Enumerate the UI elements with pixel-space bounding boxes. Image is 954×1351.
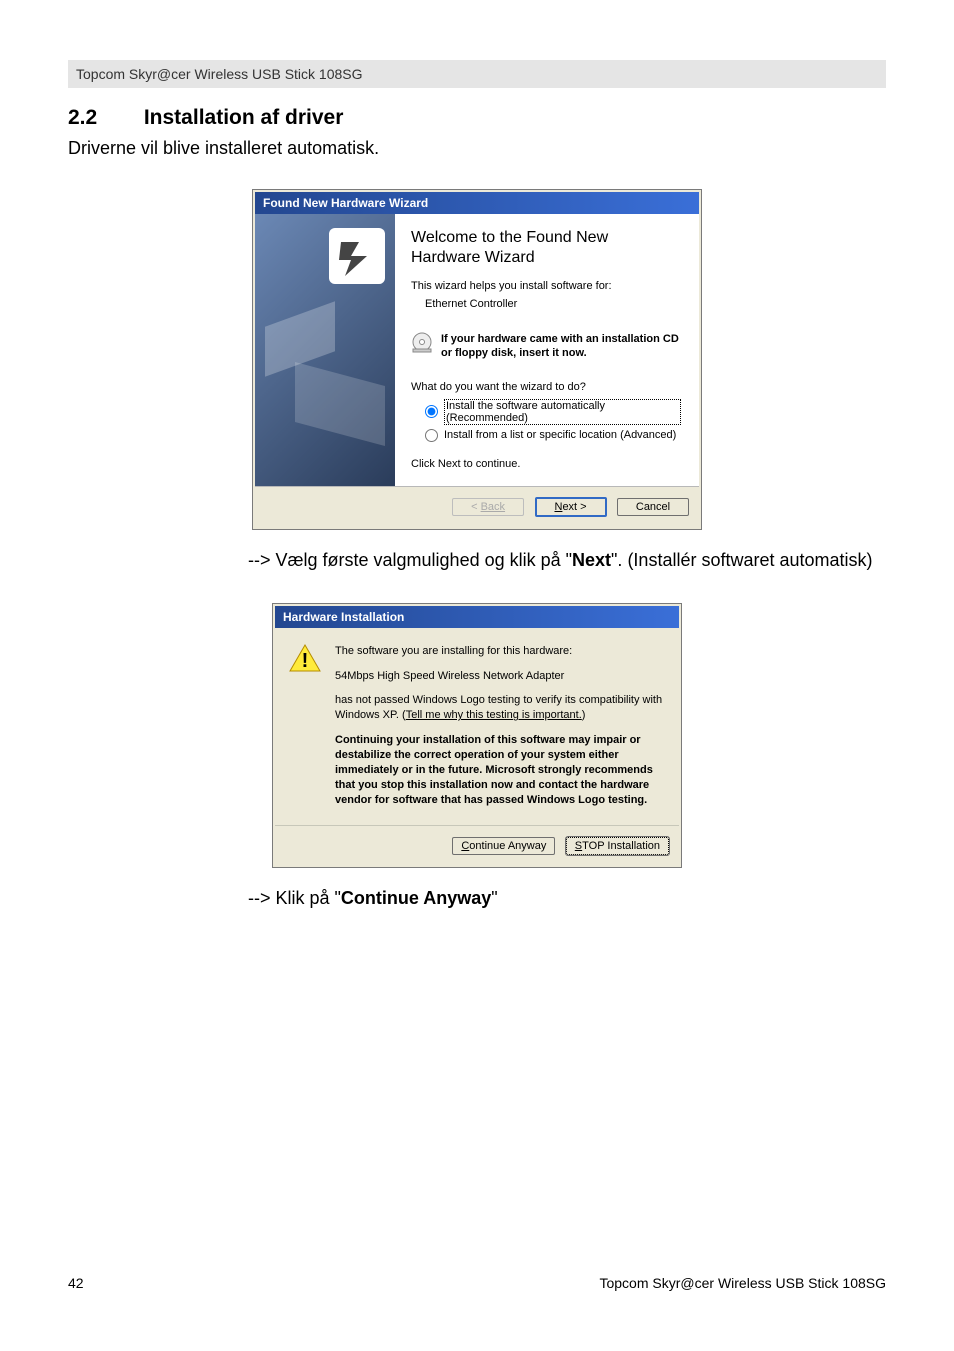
header-product: Topcom Skyr@cer Wireless USB Stick 108SG — [76, 66, 363, 82]
hwdlg-titlebar: Hardware Installation — [275, 606, 679, 628]
instruction-2-bold: Continue Anyway — [341, 888, 491, 908]
instruction-1-suffix: ". (Installér softwaret automatisk) — [611, 550, 872, 570]
instruction-2: --> Klik på "Continue Anyway" — [248, 886, 886, 911]
wizard-device-name: Ethernet Controller — [425, 298, 681, 310]
found-new-hardware-wizard-dialog: Found New Hardware Wizard Welcome to the… — [252, 189, 702, 530]
back-button: < Back — [452, 498, 524, 516]
hardware-wizard-icon — [329, 228, 385, 284]
warning-icon: ! — [289, 644, 321, 672]
hwdlg-testing-link[interactable]: Tell me why this testing is important. — [406, 709, 582, 721]
wizard-what-do: What do you want the wizard to do? — [411, 381, 681, 393]
hwdlg-line3: has not passed Windows Logo testing to v… — [335, 693, 665, 723]
radio-install-list[interactable]: Install from a list or specific location… — [425, 429, 681, 442]
section-number: 2.2 — [68, 106, 138, 130]
wizard-cd-hint: If your hardware came with an installati… — [441, 332, 681, 361]
instruction-2-suffix: " — [491, 888, 497, 908]
section-intro: Driverne vil blive installeret automatis… — [68, 138, 886, 159]
hardware-installation-dialog: Hardware Installation ! The software you… — [272, 603, 682, 869]
instruction-1-prefix: --> Vælg første valgmulighed og klik på … — [248, 550, 572, 570]
section-title: Installation af driver — [144, 106, 344, 129]
instruction-1: --> Vælg første valgmulighed og klik på … — [248, 548, 886, 573]
wizard-sidebar-graphic — [255, 214, 395, 486]
next-button[interactable]: Next > — [535, 497, 607, 517]
svg-text:!: ! — [302, 650, 309, 672]
wizard-titlebar: Found New Hardware Wizard — [255, 192, 699, 214]
radio-install-auto-input[interactable] — [425, 405, 438, 418]
cd-icon — [411, 332, 433, 354]
continue-anyway-button[interactable]: Continue Anyway — [452, 837, 555, 855]
radio-install-auto-label: Install the software automatically (Reco… — [444, 399, 681, 425]
section-heading: 2.2 Installation af driver — [68, 106, 886, 130]
page-footer: 42 Topcom Skyr@cer Wireless USB Stick 10… — [68, 1275, 886, 1291]
wizard-click-next: Click Next to continue. — [411, 458, 681, 470]
wizard-helps-text: This wizard helps you install software f… — [411, 280, 681, 292]
hwdlg-line1: The software you are installing for this… — [335, 644, 665, 659]
page-number: 42 — [68, 1275, 84, 1291]
instruction-2-prefix: --> Klik på " — [248, 888, 341, 908]
stop-installation-button[interactable]: STOP Installation — [566, 837, 669, 855]
instruction-1-bold: Next — [572, 550, 611, 570]
hwdlg-line2: 54Mbps High Speed Wireless Network Adapt… — [335, 669, 665, 684]
hwdlg-footer: Continue Anyway STOP Installation — [275, 825, 679, 865]
doc-header: Topcom Skyr@cer Wireless USB Stick 108SG — [68, 60, 886, 88]
footer-product: Topcom Skyr@cer Wireless USB Stick 108SG — [599, 1275, 886, 1291]
wizard-heading: Welcome to the Found New Hardware Wizard — [411, 228, 681, 268]
radio-install-auto[interactable]: Install the software automatically (Reco… — [425, 399, 681, 425]
radio-install-list-label: Install from a list or specific location… — [444, 429, 676, 441]
radio-install-list-input[interactable] — [425, 429, 438, 442]
hwdlg-warning-text: Continuing your installation of this sof… — [335, 733, 665, 807]
cancel-button[interactable]: Cancel — [617, 498, 689, 516]
wizard-footer: < Back Next > Cancel — [255, 486, 699, 527]
